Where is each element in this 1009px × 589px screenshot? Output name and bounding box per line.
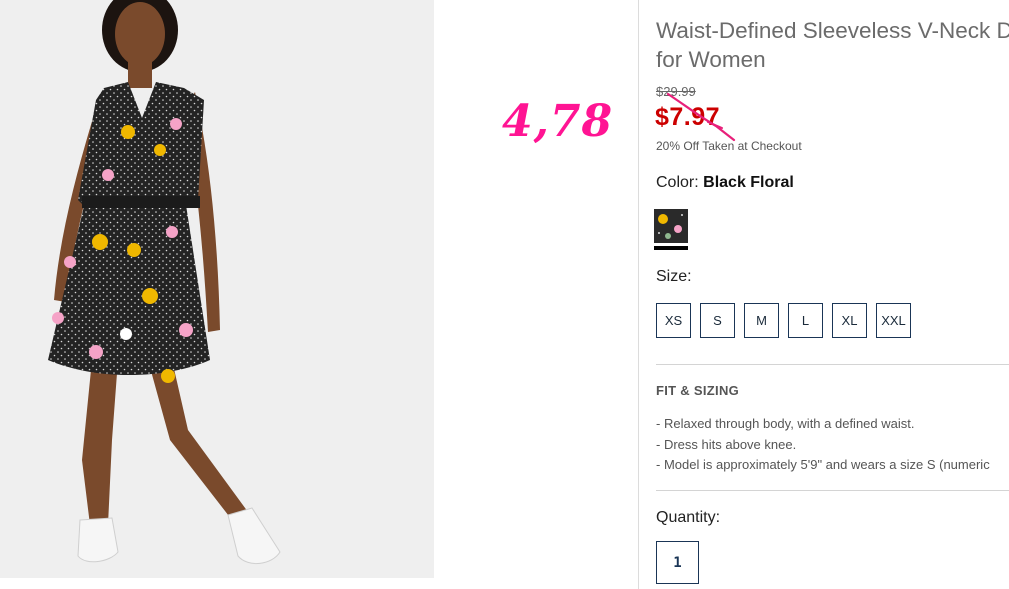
color-selection: Color: Black Floral — [656, 174, 794, 192]
fit-sizing-list: Relaxed through body, with a defined wai… — [656, 414, 1009, 476]
checkout-discount-note: 20% Off Taken at Checkout — [656, 139, 802, 153]
product-image[interactable] — [0, 0, 434, 578]
fit-sizing-item: Relaxed through body, with a defined wai… — [656, 414, 1009, 435]
quantity-input[interactable]: 1 — [656, 541, 699, 584]
fit-sizing-item: Dress hits above knee. — [656, 435, 1009, 456]
size-button-l[interactable]: L — [788, 303, 823, 338]
size-button-xs[interactable]: XS — [656, 303, 691, 338]
color-swatch-black-floral[interactable] — [654, 209, 688, 243]
quantity-label: Quantity: — [656, 509, 721, 526]
size-button-s[interactable]: S — [700, 303, 735, 338]
size-label: Size: — [656, 268, 692, 285]
size-button-xl[interactable]: XL — [832, 303, 867, 338]
color-label: Color: — [656, 174, 699, 191]
column-divider — [638, 0, 639, 589]
handwritten-price-annotation: 4,78 — [502, 96, 614, 147]
size-options: XS S M L XL XXL — [656, 303, 911, 338]
fit-sizing-heading: FIT & SIZING — [656, 383, 740, 398]
original-price: $29.99 — [656, 84, 696, 99]
product-title: Waist-Defined Sleeveless V-Neck D for Wo… — [656, 16, 1009, 74]
size-button-m[interactable]: M — [744, 303, 779, 338]
fit-sizing-item: Model is approximately 5'9" and wears a … — [656, 455, 1009, 476]
selected-swatch-indicator — [654, 246, 688, 250]
product-title-line-1: Waist-Defined Sleeveless V-Neck D — [656, 18, 1009, 43]
section-divider — [656, 490, 1009, 491]
color-value: Black Floral — [703, 174, 794, 191]
sale-price: $7.97 — [655, 103, 721, 131]
section-divider — [656, 364, 1009, 365]
product-title-line-2: for Women — [656, 47, 766, 72]
size-button-xxl[interactable]: XXL — [876, 303, 911, 338]
